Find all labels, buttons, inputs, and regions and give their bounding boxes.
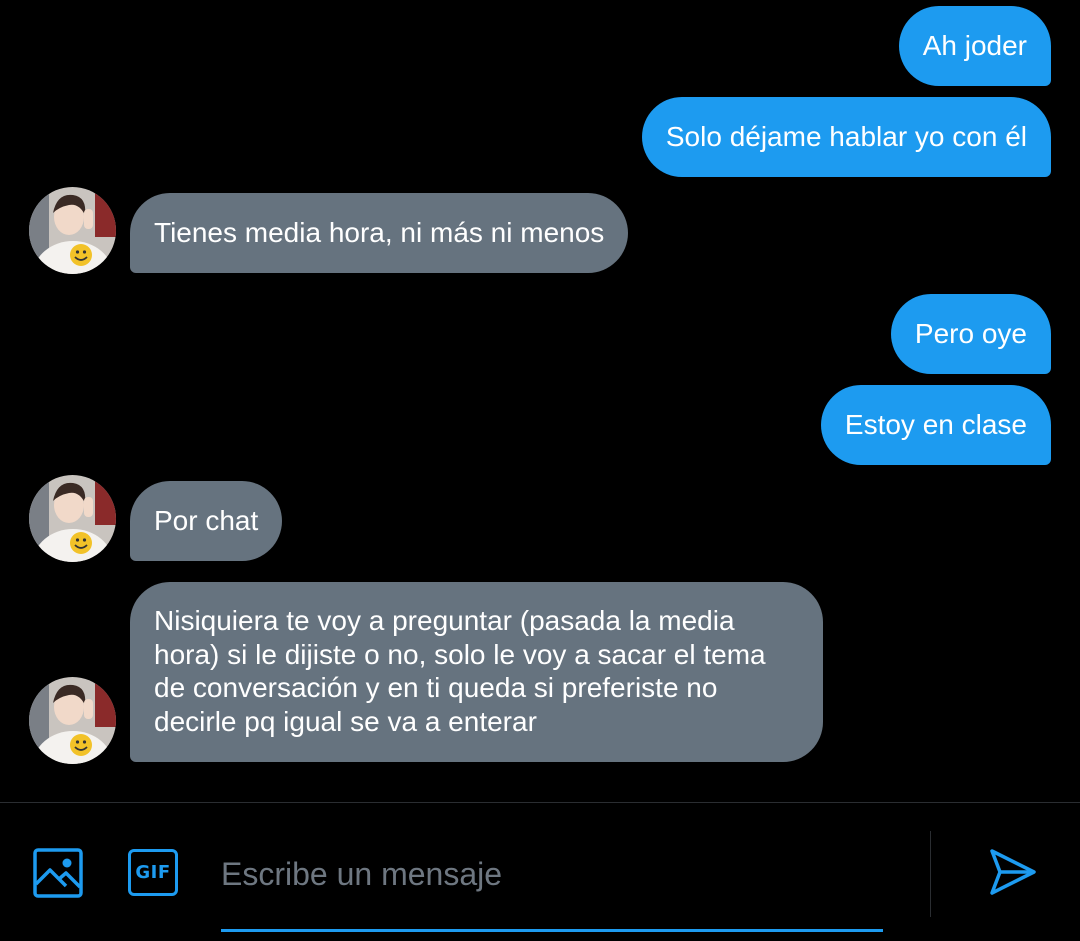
message-bubble-outgoing[interactable]: Ah joder — [898, 6, 1051, 86]
composer-separator — [930, 831, 931, 917]
gif-icon[interactable]: GIF — [128, 849, 178, 896]
avatar-photo — [29, 475, 116, 562]
message-composer: GIF — [0, 803, 1080, 941]
image-icon[interactable] — [33, 848, 83, 898]
message-bubble-outgoing[interactable]: Estoy en clase — [820, 385, 1051, 465]
input-focus-underline — [221, 929, 883, 932]
contact-avatar[interactable] — [29, 187, 116, 274]
message-input[interactable] — [221, 843, 883, 905]
gif-label: GIF — [135, 862, 171, 883]
message-bubble-incoming[interactable]: Nisiquiera te voy a preguntar (pasada la… — [130, 582, 823, 762]
avatar-photo — [29, 187, 116, 274]
contact-avatar[interactable] — [29, 677, 116, 764]
message-bubble-incoming[interactable]: Por chat — [130, 481, 283, 561]
contact-avatar[interactable] — [29, 475, 116, 562]
message-input-wrapper — [221, 843, 883, 933]
message-bubble-incoming[interactable]: Tienes media hora, ni más ni menos — [130, 193, 629, 273]
avatar-photo — [29, 677, 116, 764]
message-bubble-outgoing[interactable]: Pero oye — [890, 294, 1051, 374]
send-icon[interactable] — [988, 847, 1038, 897]
message-bubble-outgoing[interactable]: Solo déjame hablar yo con él — [641, 97, 1051, 177]
